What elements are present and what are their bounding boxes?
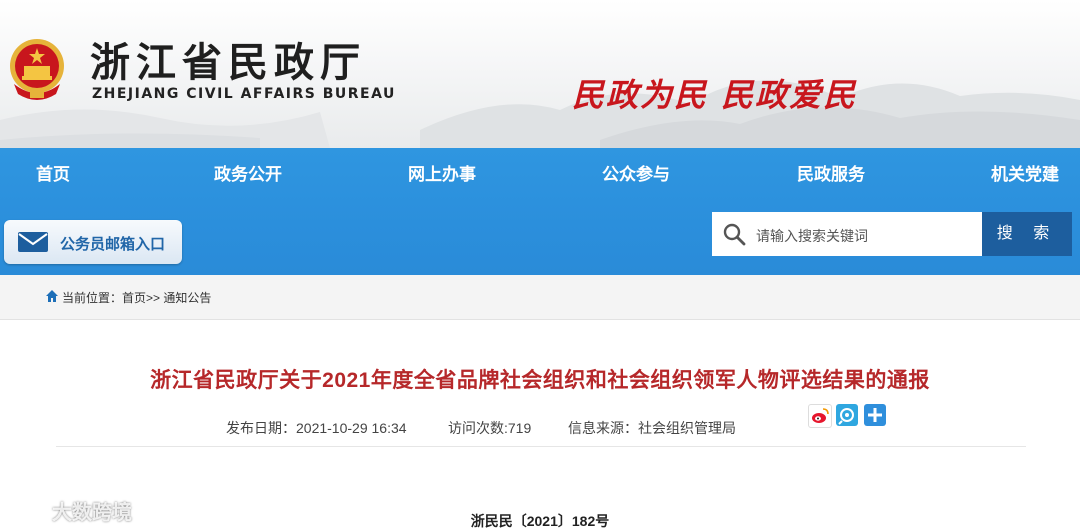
- breadcrumb-separator: >>: [146, 291, 161, 305]
- article-divider: [56, 446, 1026, 447]
- nav-item-home[interactable]: 首页: [36, 160, 70, 184]
- nav-item-civil-services[interactable]: 民政服务: [797, 160, 865, 184]
- site-subtitle: ZHEJIANG CIVIL AFFAIRS BUREAU: [92, 86, 396, 102]
- search-input[interactable]: 请输入搜索关键词: [712, 212, 982, 256]
- nav-item-gov-affairs[interactable]: 政务公开: [214, 160, 282, 184]
- breadcrumb: 当前位置：首页>> 通知公告: [0, 275, 1080, 320]
- nav-item-party-building[interactable]: 机关党建: [991, 160, 1059, 184]
- national-emblem-icon: [10, 39, 64, 100]
- site-header: 浙江省民政厅 ZHEJIANG CIVIL AFFAIRS BUREAU 民政为…: [0, 0, 1080, 148]
- site-title: 浙江省民政厅: [90, 39, 366, 86]
- info-source: 信息来源：社会组织管理局: [568, 420, 736, 436]
- weibo-icon[interactable]: [808, 404, 832, 428]
- search-icon: [723, 223, 746, 246]
- breadcrumb-text: 当前位置：首页>> 通知公告: [62, 289, 211, 306]
- breadcrumb-prefix: 当前位置：: [62, 291, 123, 305]
- document-number: 浙民民〔2021〕182号: [470, 513, 610, 529]
- watermark-logo-icon: [9, 504, 47, 523]
- breadcrumb-current-link[interactable]: 通知公告: [163, 291, 211, 305]
- home-icon: [46, 290, 58, 302]
- tencent-weibo-icon[interactable]: [836, 404, 858, 426]
- slogan: 民政为民 民政爱民: [572, 76, 858, 114]
- article-title: 浙江省民政厅关于2021年度全省品牌社会组织和社会组织领军人物评选结果的通报: [150, 369, 930, 392]
- nav-item-online-services[interactable]: 网上办事: [408, 160, 476, 184]
- visit-count: 访问次数:719: [448, 420, 532, 436]
- breadcrumb-home-link[interactable]: 首页: [122, 291, 146, 305]
- search-button[interactable]: 搜 索: [982, 212, 1072, 256]
- envelope-icon: [18, 232, 48, 252]
- search-placeholder: 请输入搜索关键词: [756, 228, 868, 244]
- publish-date: 发布日期：2021-10-29 16:34: [226, 420, 407, 436]
- share-more-icon[interactable]: [864, 404, 886, 426]
- mailbox-entry-label: 公务员邮箱入口: [60, 236, 166, 253]
- main-nav: 首页 政务公开 网上办事 公众参与 民政服务 机关党建 公务员邮箱入口 请输入搜…: [0, 148, 1080, 275]
- mailbox-entry-button[interactable]: 公务员邮箱入口: [4, 220, 182, 264]
- nav-item-public-participation[interactable]: 公众参与: [602, 160, 670, 184]
- watermark: 大数跨境: [8, 496, 132, 525]
- search-bar: 请输入搜索关键词 搜 索: [712, 212, 1072, 256]
- watermark-text: 大数跨境: [52, 502, 132, 524]
